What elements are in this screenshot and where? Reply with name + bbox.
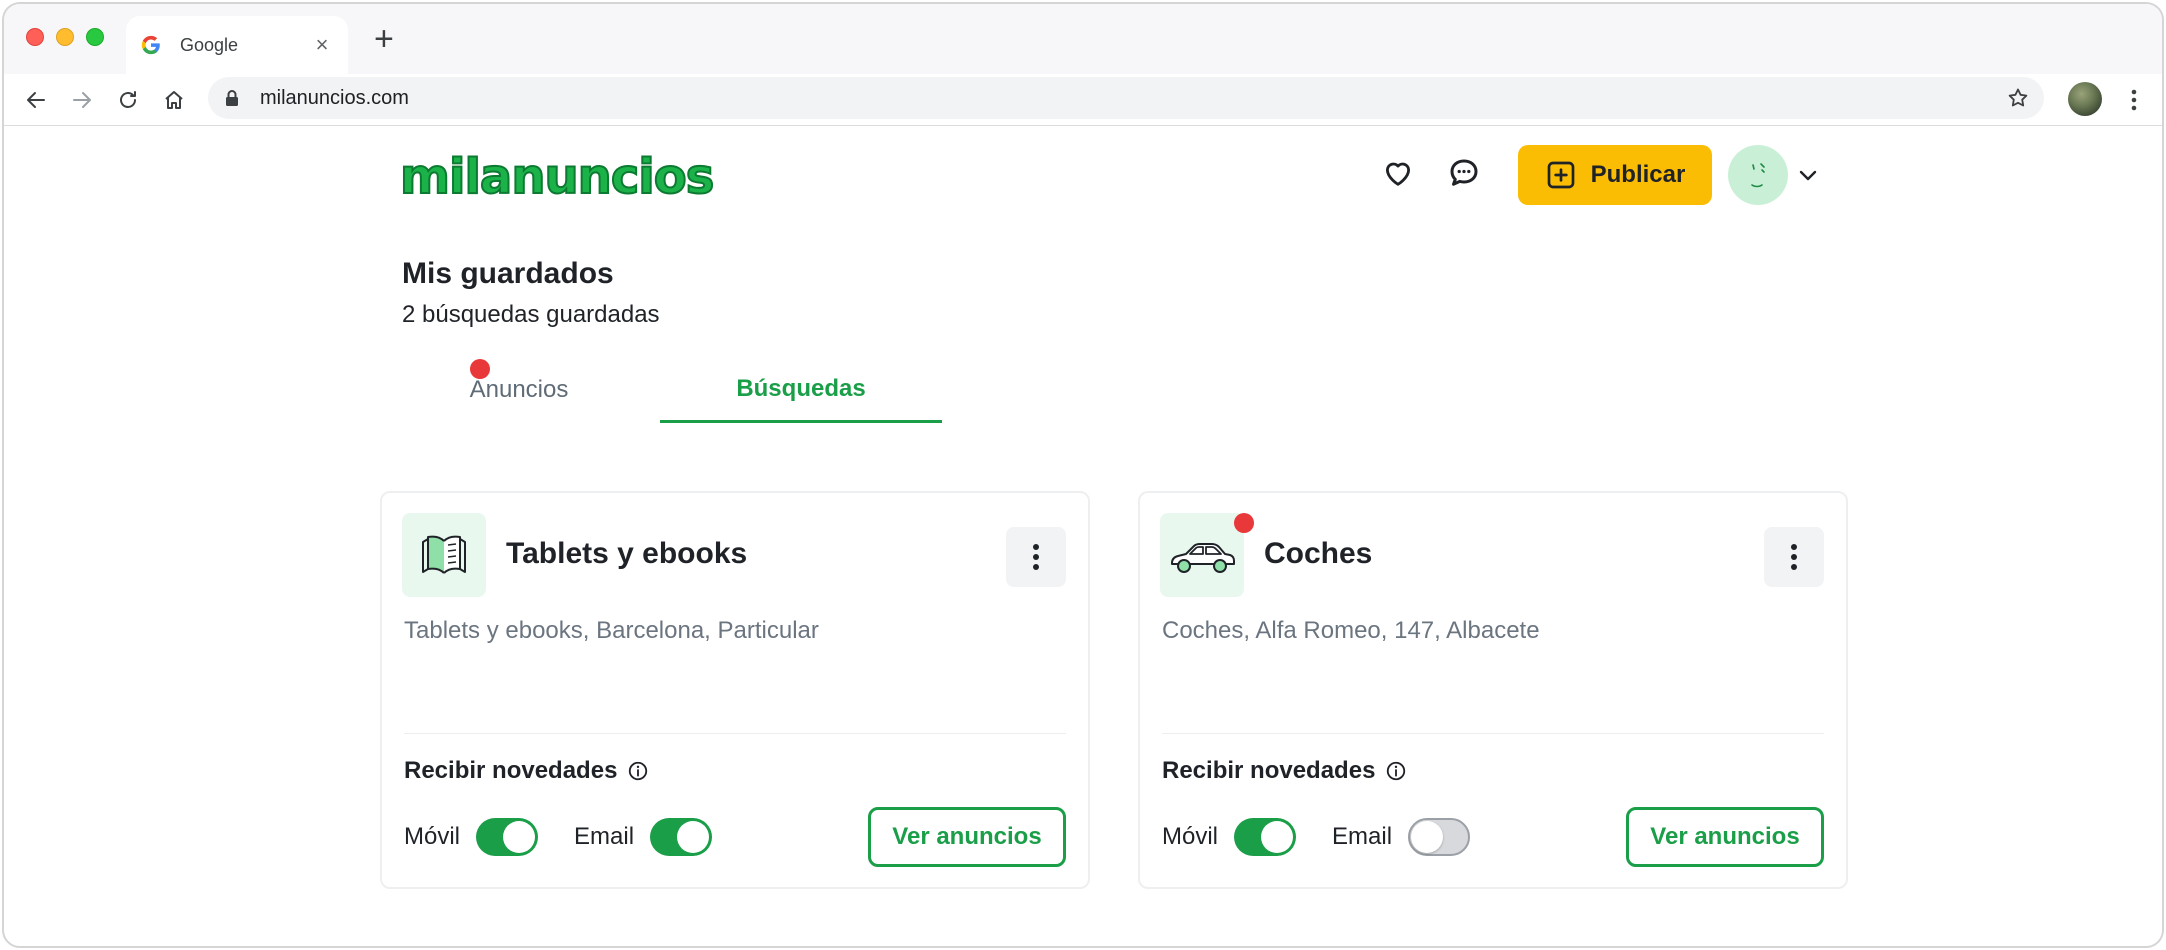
notifications-label: Recibir novedades — [404, 757, 649, 785]
view-ads-button[interactable]: Ver anuncios — [868, 807, 1066, 867]
back-button[interactable] — [22, 86, 50, 114]
bookmark-star-icon[interactable] — [2006, 86, 2030, 110]
card-title[interactable]: Coches — [1264, 537, 1372, 571]
email-label: Email — [574, 823, 635, 850]
reload-button[interactable] — [114, 86, 142, 114]
window-minimize-button[interactable] — [56, 28, 74, 46]
tab-busquedas[interactable]: Búsquedas — [660, 357, 942, 423]
notification-dot — [1234, 513, 1254, 533]
vertical-dots-icon — [1033, 544, 1039, 570]
page-subtitle: 2 búsquedas guardadas — [402, 301, 660, 328]
mobile-label: Móvil — [404, 823, 461, 850]
window-maximize-button[interactable] — [86, 28, 104, 46]
toggle-knob — [677, 821, 710, 853]
user-avatar[interactable] — [1728, 145, 1788, 205]
card-title[interactable]: Tablets y ebooks — [506, 537, 747, 571]
vertical-dots-icon — [1791, 544, 1797, 570]
vertical-dots-icon — [2131, 89, 2137, 111]
publish-button[interactable]: Publicar — [1518, 145, 1712, 205]
page-content: milanuncios Publicar Mis guardados 2 bús… — [4, 127, 2162, 946]
notifications-label: Recibir novedades — [1162, 757, 1407, 785]
face-icon — [1751, 163, 1765, 188]
publish-label: Publicar — [1590, 161, 1686, 188]
category-icon-box — [402, 513, 486, 597]
mobile-label: Móvil — [1162, 823, 1219, 850]
card-description: Tablets y ebooks, Barcelona, Particular — [404, 617, 819, 644]
address-bar[interactable]: milanuncios.com — [208, 77, 2044, 119]
info-icon[interactable] — [627, 760, 649, 782]
notification-toggles: Móvil Email — [404, 817, 748, 857]
lock-icon — [226, 90, 238, 106]
forward-button[interactable] — [68, 86, 96, 114]
new-tab-button[interactable]: + — [374, 22, 394, 56]
tab-title: Google — [180, 34, 239, 55]
url-text[interactable]: milanuncios.com — [260, 87, 2006, 110]
car-icon — [1171, 543, 1235, 573]
milanuncios-logo[interactable]: milanuncios — [399, 148, 715, 206]
heart-icon — [1385, 162, 1411, 186]
notifications-label-text: Recibir novedades — [404, 757, 618, 784]
arrow-right-icon — [73, 92, 91, 108]
view-ads-button[interactable]: Ver anuncios — [1626, 807, 1824, 867]
home-icon — [165, 91, 183, 109]
browser-menu-button[interactable] — [2124, 86, 2144, 114]
saved-search-card: Coches Coches, Alfa Romeo, 147, Albacete… — [1138, 491, 1848, 889]
divider — [404, 733, 1066, 734]
browser-tab-bar: Google × + — [4, 4, 2162, 74]
email-toggle[interactable] — [650, 818, 713, 856]
chat-icon — [1450, 159, 1478, 186]
browser-tab[interactable]: Google × — [126, 16, 348, 74]
category-icon-box — [1160, 513, 1244, 597]
tab-anuncios[interactable]: Anuncios — [402, 357, 636, 423]
toggle-knob — [1261, 821, 1294, 853]
email-label: Email — [1332, 823, 1393, 850]
chevron-down-icon[interactable] — [1796, 163, 1820, 187]
divider — [1162, 733, 1824, 734]
home-button[interactable] — [160, 86, 188, 114]
saved-search-card: Tablets y ebooks Tablets y ebooks, Barce… — [380, 491, 1090, 889]
browser-toolbar: milanuncios.com — [4, 74, 2162, 126]
book-icon — [422, 535, 466, 574]
more-options-button[interactable] — [1764, 527, 1824, 587]
email-toggle[interactable] — [1408, 818, 1471, 856]
messages-button[interactable] — [1444, 153, 1484, 193]
window-close-button[interactable] — [26, 28, 44, 46]
arrow-left-icon — [27, 92, 45, 108]
mobile-toggle[interactable] — [1234, 818, 1297, 856]
mobile-toggle[interactable] — [476, 818, 539, 856]
notification-dot — [470, 359, 490, 379]
reload-icon — [120, 91, 136, 108]
favorites-button[interactable] — [1378, 153, 1418, 193]
more-options-button[interactable] — [1006, 527, 1066, 587]
info-icon[interactable] — [1385, 760, 1407, 782]
browser-profile-avatar[interactable] — [2068, 82, 2102, 116]
google-icon — [141, 35, 160, 55]
tab-close-icon[interactable]: × — [310, 32, 334, 58]
notification-toggles: Móvil Email — [1162, 817, 1506, 857]
toggle-knob — [503, 821, 536, 853]
browser-window: Google × + milanuncios.com milanuncios P… — [2, 2, 2164, 948]
toggle-knob — [1411, 821, 1444, 853]
page-title: Mis guardados — [402, 257, 614, 290]
notifications-label-text: Recibir novedades — [1162, 757, 1376, 784]
plus-square-icon — [1547, 161, 1574, 189]
card-description: Coches, Alfa Romeo, 147, Albacete — [1162, 617, 1540, 644]
